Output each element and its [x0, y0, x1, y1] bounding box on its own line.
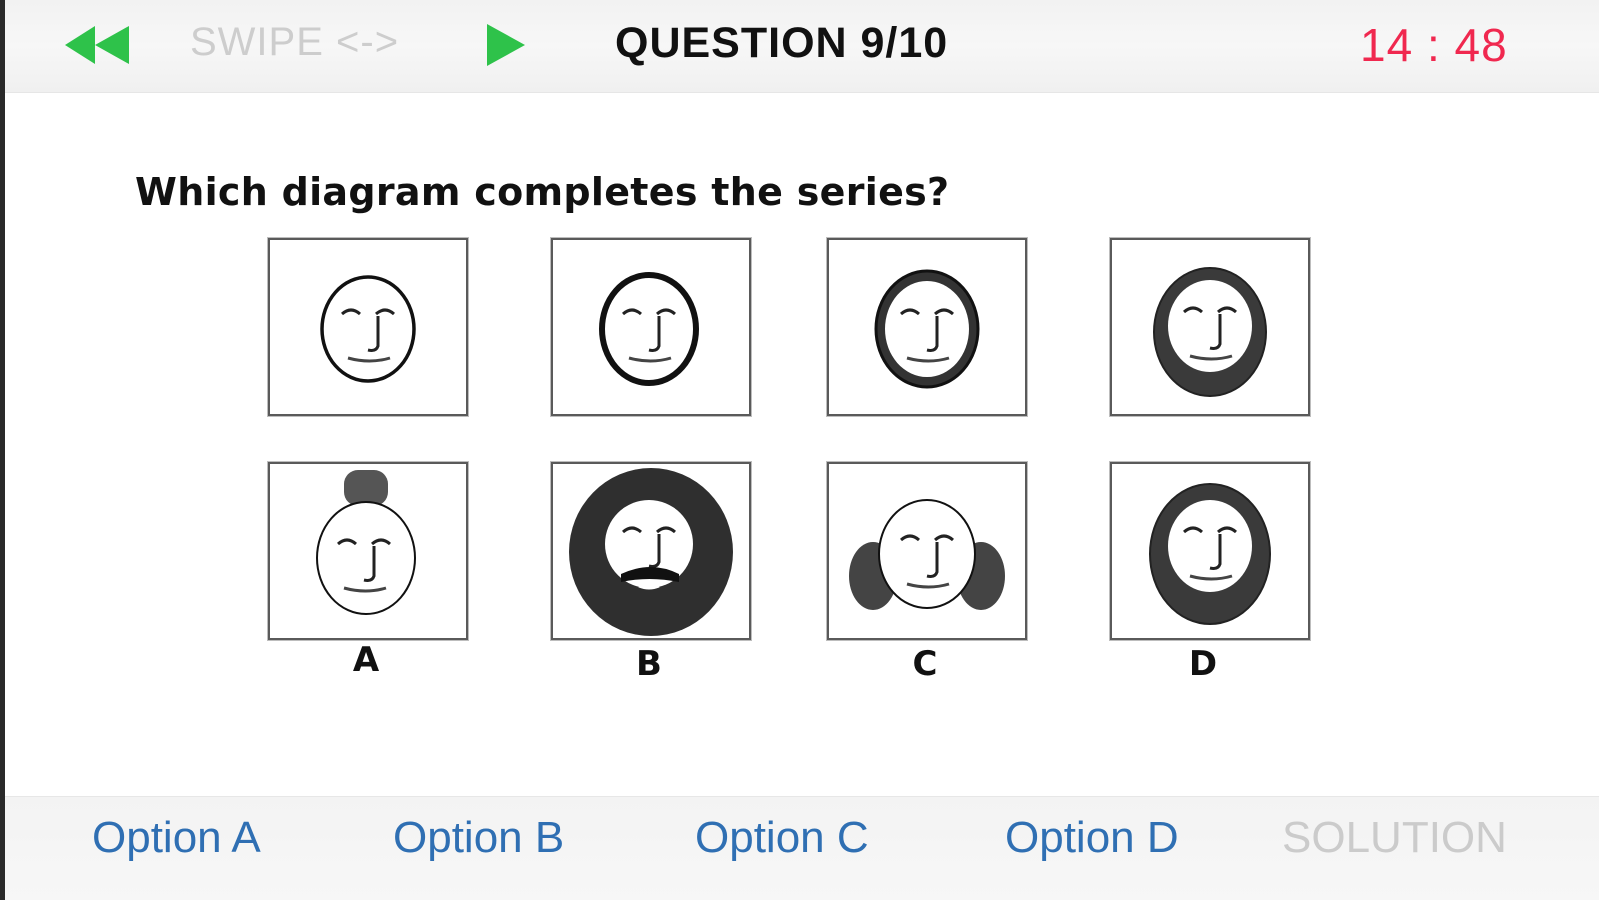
- quiz-screen: SWIPE <-> QUESTION 9/10 14 : 48 Which di…: [0, 0, 1599, 900]
- answer-face-d: [1110, 462, 1310, 640]
- left-edge: [0, 0, 5, 900]
- play-icon[interactable]: [483, 22, 529, 68]
- answer-face-c: [827, 462, 1027, 640]
- option-a-button[interactable]: Option A: [92, 813, 261, 863]
- answer-face-b: [551, 462, 751, 640]
- top-bar: SWIPE <-> QUESTION 9/10 14 : 48: [5, 0, 1599, 93]
- countdown-timer: 14 : 48: [1360, 19, 1508, 71]
- rewind-icon[interactable]: [63, 24, 133, 66]
- option-d-button[interactable]: Option D: [1005, 813, 1179, 863]
- question-text: Which diagram completes the series?: [135, 170, 950, 214]
- option-b-button[interactable]: Option B: [393, 813, 564, 863]
- option-c-button[interactable]: Option C: [695, 813, 869, 863]
- series-face-2: [551, 238, 751, 416]
- series-face-1: [268, 238, 468, 416]
- swipe-hint: SWIPE <->: [190, 20, 400, 64]
- answer-letter-c: C: [912, 644, 938, 684]
- answer-letter-a: A: [352, 640, 380, 680]
- series-face-3: [827, 238, 1027, 416]
- series-face-4: [1110, 238, 1310, 416]
- answer-letter-d: D: [1188, 644, 1218, 684]
- solution-button[interactable]: SOLUTION: [1282, 813, 1507, 863]
- answer-face-a: [268, 462, 468, 640]
- answer-bar: Option A Option B Option C Option D SOLU…: [5, 796, 1599, 900]
- answer-letter-b: B: [636, 644, 662, 684]
- question-counter: QUESTION 9/10: [615, 19, 949, 67]
